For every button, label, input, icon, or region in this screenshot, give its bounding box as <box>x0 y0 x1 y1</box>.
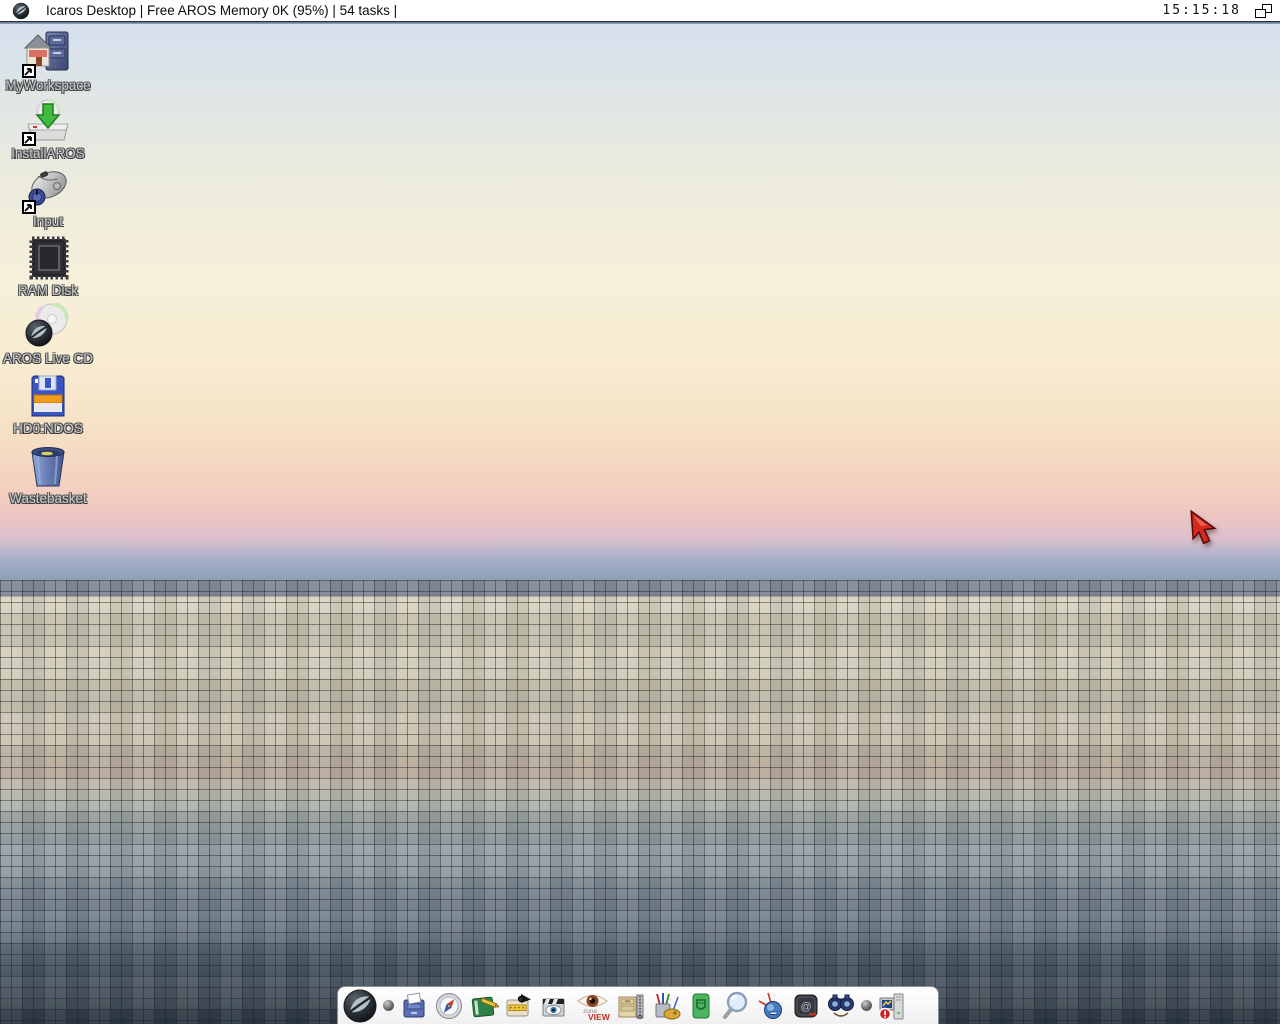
svg-text:@: @ <box>801 1001 812 1013</box>
desktop-icon-myworkspace[interactable]: MyWorkspace <box>0 30 96 93</box>
web-browser-button[interactable] <box>434 991 464 1021</box>
compass-browser-icon <box>434 991 464 1021</box>
aros-menu-icon <box>342 988 378 1024</box>
shortcut-arrow-badge <box>22 64 36 78</box>
desktop-icon-installaros[interactable]: InstallAROS <box>0 98 96 161</box>
file-manager-button[interactable] <box>399 991 429 1021</box>
desktop-icon-label: AROS Live CD <box>0 351 96 366</box>
mouse-icon <box>24 166 72 212</box>
red-arrow-pointer-icon <box>1188 510 1218 544</box>
zune-view-eye-icon: zune VIEW <box>574 991 611 1021</box>
ram-chip-icon <box>24 235 72 281</box>
file-manager-icon <box>399 991 429 1021</box>
aros-logo-icon <box>12 2 30 20</box>
paint-tool-button[interactable] <box>651 991 681 1021</box>
system-monitor-button[interactable] <box>877 991 907 1021</box>
audio-box-icon <box>504 991 534 1021</box>
system-warning-icon <box>877 991 907 1021</box>
dock-separator-icon <box>861 1000 872 1011</box>
wastebasket-icon <box>24 443 72 489</box>
media-player-button[interactable] <box>539 991 569 1021</box>
install-cd-icon <box>24 98 72 144</box>
desktop-icon-label: RAM Disk <box>0 283 96 298</box>
aros-cd-icon <box>24 303 72 349</box>
screen-depth-gadget[interactable] <box>1255 4 1272 18</box>
archive-zipper-icon <box>616 991 646 1021</box>
desktop-icon-hd0-ndos[interactable]: HD0:NDOS <box>0 373 96 436</box>
amistart-dock: zune VIEW <box>337 986 939 1024</box>
archiver-button[interactable] <box>616 991 646 1021</box>
workspace-drawer-icon <box>24 30 72 76</box>
desktop-background-tiled-wall[interactable] <box>0 580 1280 1024</box>
dock-separator-icon <box>383 1000 394 1011</box>
magnifier-icon <box>721 991 751 1021</box>
screen-title: Icaros Desktop | Free AROS Memory 0K (95… <box>46 3 397 18</box>
sparking-disk-icon <box>756 991 786 1021</box>
menubar: Icaros Desktop | Free AROS Memory 0K (95… <box>0 0 1280 22</box>
desktop-icon-label: Input <box>0 214 96 229</box>
notebook-pencil-icon <box>469 991 499 1021</box>
shortcut-arrow-badge <box>22 132 36 146</box>
desktop-icon-ram-disk[interactable]: RAM Disk <box>0 235 96 298</box>
address-book-icon: @ <box>791 991 821 1021</box>
text-editor-button[interactable] <box>469 991 499 1021</box>
binoculars-icon <box>826 991 856 1021</box>
audio-tool-button[interactable] <box>504 991 534 1021</box>
green-document-app-button[interactable] <box>686 991 716 1021</box>
desktop-icon-label: HD0:NDOS <box>0 421 96 436</box>
search-tool-button[interactable] <box>721 991 751 1021</box>
desktop-icon-label: InstallAROS <box>0 146 96 161</box>
address-book-button[interactable]: @ <box>791 991 821 1021</box>
desktop-background-sky[interactable] <box>0 23 1280 580</box>
floppy-disk-icon <box>24 373 72 419</box>
disk-tool-button[interactable] <box>756 991 786 1021</box>
shortcut-arrow-badge <box>22 200 36 214</box>
file-finder-button[interactable] <box>826 991 856 1021</box>
clapperboard-eye-icon <box>539 991 569 1021</box>
clock: 15:15:18 <box>1162 3 1241 18</box>
desktop-icon-label: Wastebasket <box>0 491 96 506</box>
view-text: VIEW <box>588 1012 611 1021</box>
desktop-icon-input[interactable]: Input <box>0 166 96 229</box>
green-document-icon <box>686 991 716 1021</box>
desktop-icon-wastebasket[interactable]: Wastebasket <box>0 443 96 506</box>
paint-brushes-icon <box>651 991 681 1021</box>
zune-view-button[interactable]: zune VIEW <box>574 991 611 1021</box>
desktop-icon-label: MyWorkspace <box>0 78 96 93</box>
desktop-icon-aros-live-cd[interactable]: AROS Live CD <box>0 303 96 366</box>
aros-menu-button[interactable] <box>342 988 378 1024</box>
